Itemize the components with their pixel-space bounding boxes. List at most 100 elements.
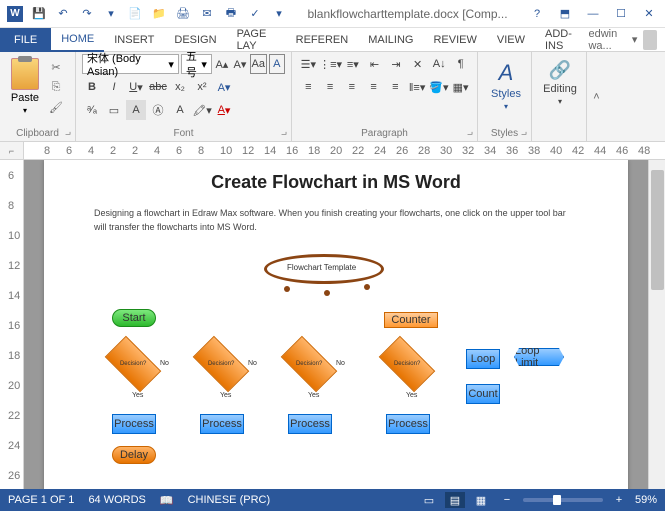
- font-name-select[interactable]: 宋体 (Body Asian)▾: [82, 54, 179, 74]
- document-page[interactable]: Create Flowchart in MS Word Designing a …: [44, 160, 628, 489]
- char-shading-icon[interactable]: A: [126, 100, 146, 120]
- ruler-horizontal[interactable]: 8642246810121416182022242628303234363840…: [24, 142, 665, 159]
- quick-print-icon[interactable]: 🖶: [220, 3, 242, 25]
- tab-file[interactable]: FILE: [0, 28, 51, 52]
- word-app-icon[interactable]: W: [4, 3, 26, 25]
- window-title: blankflowcharttemplate.docx [Comp...: [290, 7, 525, 21]
- status-page[interactable]: PAGE 1 OF 1: [8, 494, 74, 506]
- enclose-icon[interactable]: Ⓐ: [148, 100, 168, 120]
- decrease-indent-icon[interactable]: ⇤: [364, 54, 385, 74]
- align-center-icon[interactable]: ≡: [320, 77, 341, 97]
- borders-icon[interactable]: ▦▾: [450, 77, 471, 97]
- change-case-icon[interactable]: Aa: [250, 54, 266, 74]
- print-preview-icon[interactable]: 🖨: [172, 3, 194, 25]
- strikethrough-icon[interactable]: abc: [148, 77, 168, 97]
- superscript-icon[interactable]: x²: [192, 77, 212, 97]
- status-words[interactable]: 64 WORDS: [88, 494, 145, 506]
- tab-page-layout[interactable]: PAGE LAY: [227, 28, 286, 52]
- zoom-in-icon[interactable]: +: [609, 492, 629, 508]
- shape-decision-2: Decision?: [193, 336, 250, 393]
- tab-insert[interactable]: INSERT: [104, 28, 164, 52]
- ruler-vertical[interactable]: 68101214161820222426: [0, 160, 24, 489]
- shrink-font-icon[interactable]: A▾: [232, 54, 248, 74]
- align-right-icon[interactable]: ≡: [342, 77, 363, 97]
- zoom-out-icon[interactable]: −: [497, 492, 517, 508]
- font-size-select[interactable]: 五号▾: [181, 54, 212, 74]
- group-font: 宋体 (Body Asian)▾ 五号▾ A▴ A▾ Aa A B I U▾ a…: [76, 52, 292, 141]
- email-icon[interactable]: ✉: [196, 3, 218, 25]
- border-icon[interactable]: ▭: [104, 100, 124, 120]
- qat-customize-icon[interactable]: ▾: [100, 3, 122, 25]
- increase-indent-icon[interactable]: ⇥: [386, 54, 407, 74]
- show-marks-icon[interactable]: ¶: [450, 54, 471, 74]
- save-icon[interactable]: 💾: [28, 3, 50, 25]
- qat-more-icon[interactable]: ▾: [268, 3, 290, 25]
- multilevel-icon[interactable]: ≡▾: [343, 54, 364, 74]
- status-language[interactable]: CHINESE (PRC): [188, 494, 271, 506]
- print-layout-icon[interactable]: ▤: [445, 492, 465, 508]
- shading-icon[interactable]: 🪣▾: [429, 77, 450, 97]
- copy-icon[interactable]: ⎘: [46, 78, 66, 96]
- line-spacing-icon[interactable]: ‖≡▾: [407, 77, 428, 97]
- shape-process-1: Process: [112, 414, 156, 434]
- open-icon[interactable]: 📁: [148, 3, 170, 25]
- web-layout-icon[interactable]: ▦: [471, 492, 491, 508]
- minimize-icon[interactable]: —: [581, 4, 605, 24]
- shape-delay: Delay: [112, 446, 156, 464]
- align-left-icon[interactable]: ≡: [298, 77, 319, 97]
- zoom-slider[interactable]: [523, 498, 603, 502]
- subscript-icon[interactable]: x₂: [170, 77, 190, 97]
- tab-mailings[interactable]: MAILING: [358, 28, 423, 52]
- paste-button[interactable]: Paste ▾: [6, 54, 44, 116]
- bold-icon[interactable]: B: [82, 77, 102, 97]
- close-icon[interactable]: ✕: [637, 4, 661, 24]
- new-icon[interactable]: 📄: [124, 3, 146, 25]
- zoom-level[interactable]: 59%: [635, 494, 657, 506]
- group-paragraph: ☰▾ ⋮≡▾ ≡▾ ⇤ ⇥ ✕ A↓ ¶ ≡ ≡ ≡ ≡ ≡ ‖≡▾ 🪣▾ ▦▾…: [292, 52, 478, 141]
- collapse-ribbon-icon[interactable]: ˄: [586, 52, 606, 141]
- shape-loop: Loop: [466, 349, 500, 369]
- undo-icon[interactable]: ↶: [52, 3, 74, 25]
- italic-icon[interactable]: I: [104, 77, 124, 97]
- tab-review[interactable]: REVIEW: [423, 28, 486, 52]
- numbering-icon[interactable]: ⋮≡▾: [320, 54, 342, 74]
- phonetic-icon[interactable]: ᵃ⁄ₐ: [82, 100, 102, 120]
- window-controls: ? ⬒ — ☐ ✕: [525, 4, 665, 24]
- styles-icon: A: [499, 60, 514, 86]
- spellcheck-icon[interactable]: ✓: [244, 3, 266, 25]
- sort-icon[interactable]: A↓: [429, 54, 450, 74]
- tab-addins[interactable]: ADD-INS: [535, 28, 588, 52]
- redo-icon[interactable]: ↷: [76, 3, 98, 25]
- read-mode-icon[interactable]: ▭: [419, 492, 439, 508]
- user-account[interactable]: edwin wa... ▾: [588, 28, 665, 52]
- cut-icon[interactable]: ✂: [46, 58, 66, 76]
- paste-icon: [11, 58, 39, 90]
- text-direction-icon[interactable]: ✕: [407, 54, 428, 74]
- tab-view[interactable]: VIEW: [487, 28, 535, 52]
- underline-icon[interactable]: U▾: [126, 77, 146, 97]
- bullets-icon[interactable]: ☰▾: [298, 54, 319, 74]
- text-effects-icon[interactable]: A▾: [214, 77, 234, 97]
- shape-decision-4: Decision?: [379, 336, 436, 393]
- page-viewport[interactable]: Create Flowchart in MS Word Designing a …: [24, 160, 648, 489]
- grow-font-icon[interactable]: A▴: [214, 54, 230, 74]
- tab-references[interactable]: REFEREN: [286, 28, 359, 52]
- status-proofing-icon[interactable]: 📖: [160, 494, 174, 507]
- tab-home[interactable]: HOME: [51, 28, 104, 52]
- vertical-scrollbar[interactable]: [648, 160, 665, 489]
- justify-icon[interactable]: ≡: [363, 77, 384, 97]
- styles-button[interactable]: A Styles ▾: [484, 54, 528, 111]
- status-bar: PAGE 1 OF 1 64 WORDS 📖 CHINESE (PRC) ▭ ▤…: [0, 489, 665, 511]
- bigger-a-icon[interactable]: A: [170, 100, 190, 120]
- help-icon[interactable]: ?: [525, 4, 549, 24]
- scroll-thumb[interactable]: [651, 170, 664, 290]
- editing-button[interactable]: 🔗 Editing ▾: [538, 54, 582, 106]
- format-painter-icon[interactable]: 🖌: [46, 98, 66, 116]
- clear-format-icon[interactable]: A: [269, 54, 285, 74]
- maximize-icon[interactable]: ☐: [609, 4, 633, 24]
- font-color-icon[interactable]: A▾: [214, 100, 234, 120]
- highlight-icon[interactable]: 🖍▾: [192, 100, 212, 120]
- ribbon-options-icon[interactable]: ⬒: [553, 4, 577, 24]
- zoom-thumb[interactable]: [553, 495, 561, 505]
- distributed-icon[interactable]: ≡: [385, 77, 406, 97]
